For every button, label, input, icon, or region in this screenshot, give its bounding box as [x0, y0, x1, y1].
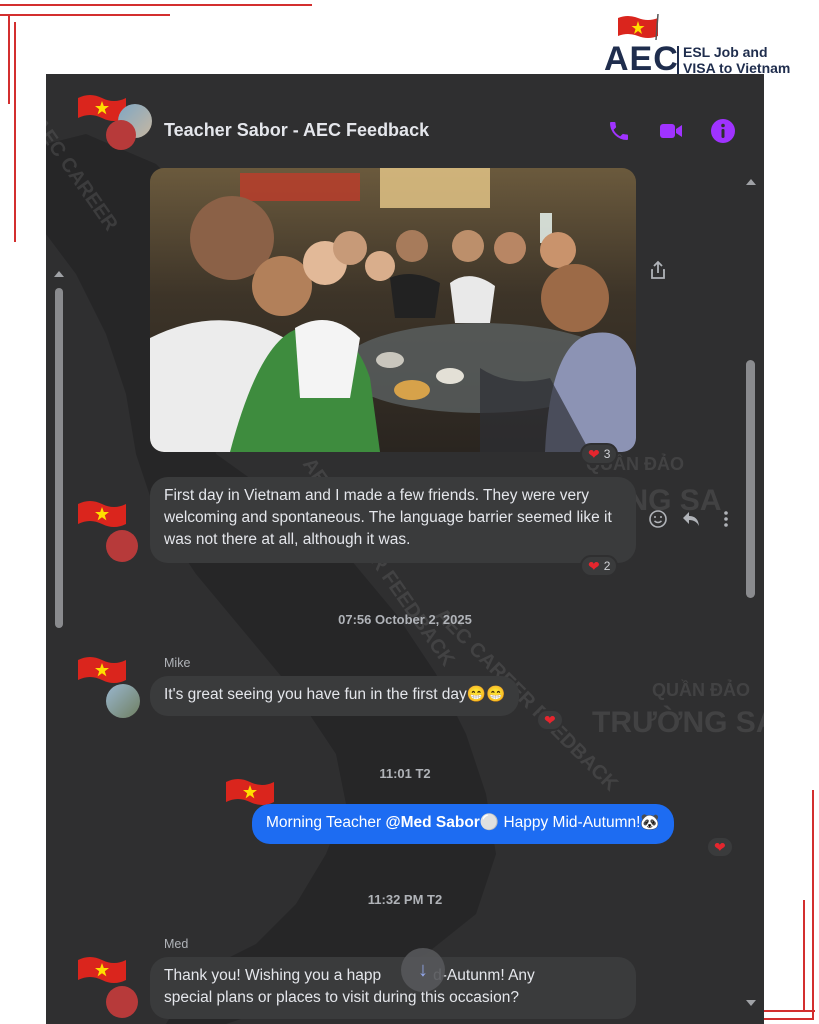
arrow-down-icon: ↓ — [418, 958, 428, 981]
left-scrollbar-thumb[interactable] — [55, 288, 63, 628]
left-scroll-up-arrow-icon[interactable] — [54, 271, 64, 277]
heart-icon: ❤ — [714, 839, 726, 855]
vietnam-flag-icon — [618, 14, 659, 40]
info-icon[interactable] — [708, 116, 738, 146]
brand-line1: ESL Job and — [683, 44, 768, 60]
message-text: First day in Vietnam and I made a few fr… — [164, 487, 612, 548]
share-icon[interactable] — [646, 258, 670, 282]
message-avatar-med[interactable] — [76, 954, 156, 1018]
message-bubble: It's great seeing you have fun in the fi… — [150, 676, 520, 716]
sender-name: Med — [164, 937, 189, 951]
video-icon[interactable] — [656, 116, 686, 146]
vietnam-flag-icon — [78, 957, 126, 983]
message-text-line1-end: d-Autunm! Any — [433, 967, 535, 984]
scroll-up-arrow-icon[interactable] — [746, 179, 756, 185]
message-text-after: ⚪ Happy Mid-Autumn!🐼 — [479, 814, 660, 831]
chat-title: Teacher Sabor - AEC Feedback — [164, 120, 430, 140]
more-options-icon[interactable] — [714, 507, 738, 531]
timestamp: 11:32 PM T2 — [367, 892, 443, 907]
frame-line-top2 — [0, 14, 170, 16]
message-text-line1: Thank you! Wishing you a happ — [164, 967, 382, 984]
reaction-badge-mine[interactable]: ❤ — [706, 836, 734, 858]
page: AEC ESL Job and VISA to Vietnam AEC CARE… — [0, 0, 819, 1024]
reaction-badge-mike[interactable]: ❤ — [536, 709, 564, 731]
frame-line-right2 — [803, 900, 805, 1010]
scroll-down-arrow-icon[interactable] — [746, 1000, 756, 1006]
avatar — [106, 530, 138, 562]
brand-separator — [677, 46, 679, 76]
message-bubble: First day in Vietnam and I made a few fr… — [150, 477, 636, 563]
frame-line-left2 — [14, 22, 16, 242]
reaction-count: 2 — [603, 559, 611, 573]
scroll-to-bottom-button[interactable]: ↓ — [401, 948, 445, 992]
message-avatar[interactable] — [76, 498, 156, 562]
my-message-bubble: Morning Teacher @Med Sabor⚪ Happy Mid-Au… — [252, 804, 674, 844]
message-text-line2: special plans or places to visit during … — [164, 989, 519, 1006]
photo-message[interactable] — [150, 168, 636, 452]
message-text-before: Morning Teacher — [266, 814, 386, 831]
watermark-island2-line2: TRƯỜNG SA — [592, 706, 764, 739]
timestamp: 07:56 October 2, 2025 — [338, 612, 472, 627]
scrollbar-thumb[interactable] — [746, 360, 755, 598]
frame-line-top — [0, 4, 312, 6]
frame-line-left — [8, 14, 10, 104]
heart-icon: ❤ — [544, 712, 556, 728]
timestamp: 11:01 T2 — [379, 766, 431, 781]
message-bubble: Thank you! Wishing you a happ d-Autunm! A… — [150, 957, 636, 1019]
reaction-badge-photo[interactable]: ❤ 3 — [580, 443, 619, 465]
phone-icon[interactable] — [604, 116, 634, 146]
vietnam-flag-icon — [226, 779, 274, 805]
avatar — [106, 684, 140, 718]
vietnam-flag-icon — [78, 657, 126, 683]
mention-link[interactable]: @Med Sabor — [385, 814, 479, 831]
group-photo-image — [150, 168, 636, 452]
avatar-secondary — [106, 120, 136, 150]
vietnam-flag-icon — [78, 501, 126, 527]
reaction-badge-message[interactable]: ❤ 2 — [580, 555, 619, 577]
message-text: It's great seeing you have fun in the fi… — [164, 686, 506, 703]
heart-icon: ❤ — [588, 558, 600, 574]
avatar — [106, 986, 138, 1018]
reply-icon[interactable] — [679, 507, 703, 531]
header-avatar[interactable] — [76, 92, 156, 152]
heart-icon: ❤ — [588, 446, 600, 462]
frame-line-right — [812, 790, 814, 1018]
chat-header: Teacher Sabor - AEC Feedback — [46, 92, 764, 172]
message-avatar-mike[interactable] — [76, 654, 156, 718]
reaction-count: 3 — [603, 447, 611, 461]
chat-window: AEC CAREER AEC CAREER FEEDBACK AEC CAREE… — [46, 74, 764, 1024]
watermark-island2-line1: QUẦN ĐẢO — [652, 680, 750, 700]
emoji-icon[interactable] — [646, 507, 670, 531]
sender-name: Mike — [164, 656, 191, 670]
